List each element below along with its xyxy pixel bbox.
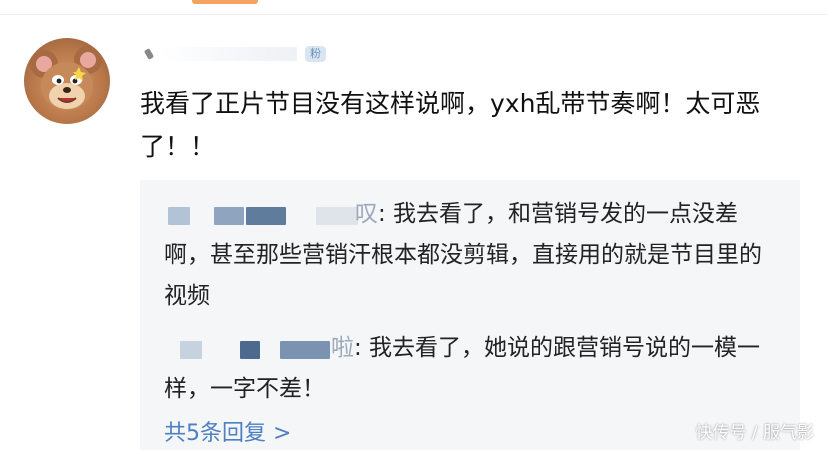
name-blur	[214, 207, 244, 225]
reply-item[interactable]: 啦 : 我去看了，她说的跟营销号说的一模一样，一字不差！	[164, 328, 784, 410]
name-blur	[246, 207, 286, 225]
name-blur	[160, 47, 297, 61]
reply-name-tail: 叹	[355, 201, 378, 227]
avatar[interactable]	[24, 38, 110, 124]
name-blur	[180, 341, 202, 359]
name-fragment	[143, 48, 155, 60]
reply-username-censored[interactable]: 啦	[164, 328, 354, 369]
name-blur	[316, 207, 358, 225]
mouse-avatar-image	[30, 46, 102, 110]
tab-indicator	[192, 0, 258, 4]
reply-username-censored[interactable]: 叹	[164, 194, 378, 235]
comment-text: 我看了正片节目没有这样说啊，yxh乱带节奏啊！太可恶了！！	[140, 89, 761, 161]
reply-box: 叹 : 我去看了，和营销号发的一点没差啊，甚至那些营销汗根本都没剪辑，直接用的就…	[140, 180, 800, 450]
name-blur	[280, 341, 330, 359]
top-divider	[0, 14, 828, 15]
reply-name-tail: 啦	[331, 335, 354, 361]
name-blur	[240, 341, 260, 359]
watermark: 快传号 / 服气影	[695, 423, 814, 443]
username-censored[interactable]: 粉	[143, 44, 326, 64]
fan-badge: 粉	[305, 46, 326, 62]
view-more-replies-link[interactable]: 共5条回复 >	[164, 418, 291, 450]
reply-item[interactable]: 叹 : 我去看了，和营销号发的一点没差啊，甚至那些营销汗根本都没剪辑，直接用的就…	[164, 194, 784, 317]
name-blur	[168, 207, 190, 225]
